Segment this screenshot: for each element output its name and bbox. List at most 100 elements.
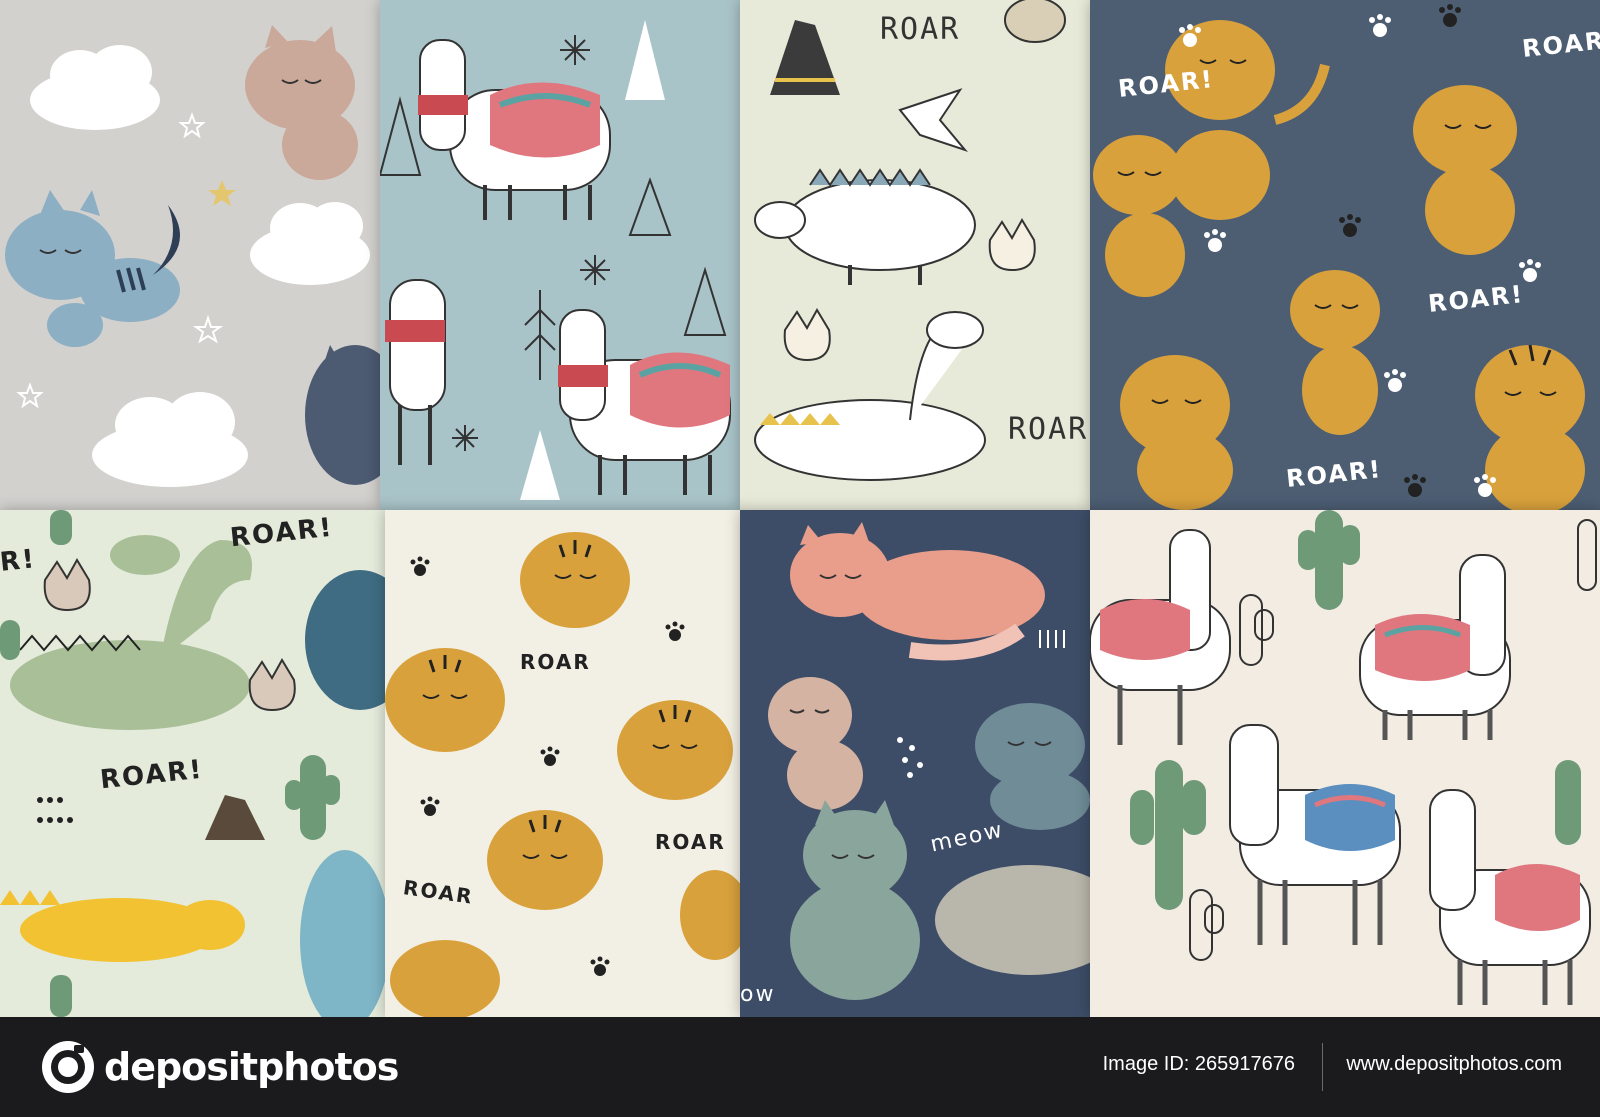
llama-icon [418,39,611,220]
tiger-icon [1120,355,1233,510]
cactus-icon [285,755,340,840]
dinosaur-icon [754,168,976,285]
llama-icon [1359,554,1511,740]
paw-print-icon [410,556,430,576]
cloud-icon [30,45,160,130]
tiger-face-icon [680,870,740,960]
star-icon [192,314,224,344]
pattern-tile-tigers: ROAR! ROAR! ROAR! ROAR! [1090,0,1600,510]
cat-icon [5,190,180,347]
footer-bar: depositphotos Image ID: 265917676 www.de… [0,1017,1600,1117]
snowflake-icon [560,35,590,65]
dots-icon [897,737,923,778]
cat-icon [305,345,380,485]
pattern-tile-dinosaurs: ROAR ROAR [740,0,1090,510]
tiger-icon [1475,344,1585,510]
cat-icon [935,865,1090,975]
brand-logo[interactable]: depositphotos [40,1039,399,1095]
camera-logo-icon [42,1041,94,1093]
snowflake-icon [580,255,610,285]
star-icon [16,382,44,409]
paw-print-icon [590,956,610,976]
pattern-label: ROAR [880,12,961,47]
llama-icon [558,309,731,495]
cactus-icon [1555,760,1581,845]
llamas-winter-illustration [380,20,731,500]
pattern-tile-cats-clouds [0,0,380,510]
tree-icon [520,430,560,500]
cactus-icon [50,975,72,1017]
snowflake-icon [452,425,478,451]
cactus-icon [1298,510,1360,610]
brand-name: depositphotos [104,1045,399,1089]
tiger-faces-illustration [385,532,740,1017]
volcano-icon [205,795,265,840]
pterodactyl-icon [898,88,969,153]
cat-icon [245,25,358,180]
dots-icon [37,797,73,823]
tiger-face-icon [617,700,733,800]
cactus-icon [1189,889,1224,961]
paw-print-icon [1439,4,1461,27]
tiger-face-icon [487,810,603,910]
tree-icon [628,177,672,236]
tree-icon [683,266,727,336]
cactus-icon [1130,760,1206,910]
egg-icon [783,308,831,362]
star-icon [208,180,236,206]
footer-divider [1322,1043,1323,1091]
paw-print-icon [540,746,560,766]
tiger-face-icon [390,940,500,1017]
pattern-collage: ROAR ROAR ROAR! ROAR! ROAR! ROAR! ROAR! … [0,0,1600,1017]
llama-icon [1229,724,1401,945]
paw-print-icon [665,621,685,641]
tiger-face-icon [520,532,630,628]
pattern-tile-tiger-faces: ROAR ROAR ROAR [385,510,740,1017]
cats-night-illustration [768,522,1090,1000]
dots-icon [1039,630,1065,648]
pattern-label: ROAR [655,830,726,854]
paw-print-icon [1404,474,1426,497]
egg-icon [248,658,296,712]
pattern-tile-cats-night: meow ow [740,510,1090,1017]
pattern-tile-dinosaurs-cactus: ROAR! ROAR! R! [0,510,385,1017]
image-id: Image ID: 265917676 [1102,1053,1295,1075]
cats-clouds-illustration [5,25,380,487]
llama-icon [385,279,446,465]
egg-icon [988,218,1036,272]
dinosaur-icon [10,535,252,730]
tiger-icon [1093,135,1185,297]
cloud-icon [92,392,248,487]
dinosaur-icon [300,850,385,1017]
paw-print-icon [1369,14,1391,37]
cloud-icon [250,202,370,285]
cactus-icon [50,510,72,545]
tree-icon [524,290,556,380]
pattern-label: ROAR [520,650,591,674]
tiger-icon [1413,85,1517,255]
pattern-tile-llamas-winter [380,0,740,510]
paw-print-icon [420,796,440,816]
dinosaur-icon [0,890,245,962]
cat-icon [790,522,1045,661]
website-link[interactable]: www.depositphotos.com [1346,1053,1562,1076]
egg-icon [1004,0,1066,43]
paw-print-icon [1339,214,1361,237]
cat-icon [975,703,1090,830]
tree-icon [625,20,665,100]
tiger-face-icon [385,648,505,752]
cactus-icon [1239,594,1274,666]
llamas-cactus-illustration [1090,510,1597,1005]
pattern-label: ROAR [1008,412,1089,447]
pattern-label: R! [0,544,38,578]
paw-print-icon [1384,369,1406,392]
dinosaur-icon [305,570,385,710]
cactus-icon [1577,519,1597,591]
star-icon [178,112,206,139]
tiger-icon [1165,20,1330,220]
pattern-tile-llamas-cactus [1090,510,1600,1017]
cat-icon [790,800,920,1000]
egg-icon [43,558,91,612]
volcano-icon [770,20,840,95]
tree-icon [380,96,422,176]
